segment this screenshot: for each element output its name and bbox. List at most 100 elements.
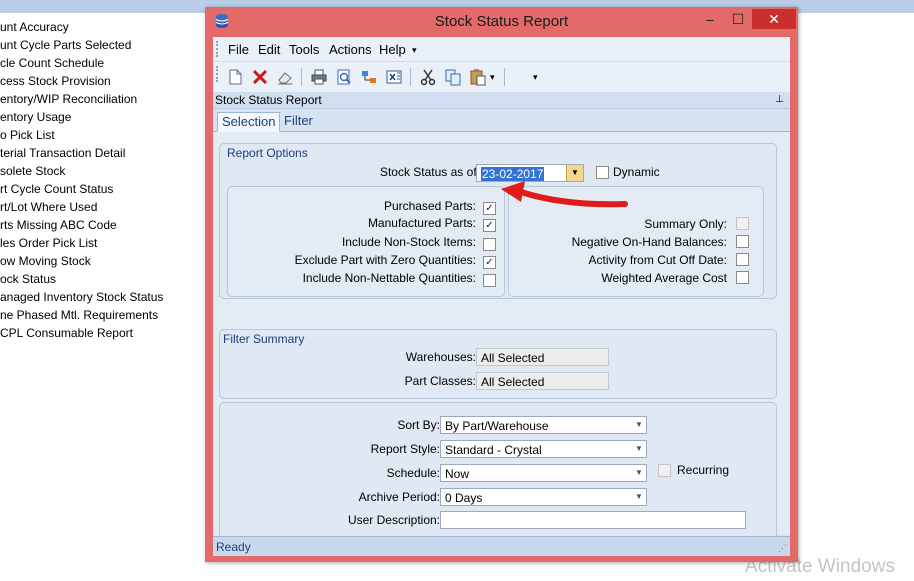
list-item[interactable]: rt Cycle Count Status bbox=[0, 180, 205, 198]
list-item[interactable]: ow Moving Stock bbox=[0, 252, 205, 270]
user-description-label: User Description: bbox=[347, 513, 440, 527]
list-item[interactable]: rt/Lot Where Used bbox=[0, 198, 205, 216]
annotation-arrow-icon bbox=[501, 181, 628, 208]
activity-cut-off-checkbox[interactable] bbox=[736, 253, 749, 266]
menu-overflow-chevron-icon[interactable]: ▾ bbox=[412, 45, 417, 56]
report-style-label: Report Style: bbox=[370, 442, 440, 456]
list-item[interactable]: cess Stock Provision bbox=[0, 72, 205, 90]
list-item[interactable]: unt Accuracy bbox=[0, 18, 205, 36]
report-options-label: Report Options bbox=[227, 146, 308, 160]
stock-status-as-of-label: Stock Status as of: bbox=[379, 165, 480, 179]
toolbar: ▾ ▾ bbox=[213, 61, 790, 92]
manufactured-parts-checkbox[interactable]: ✓ bbox=[483, 219, 496, 232]
list-item[interactable]: ne Phased Mtl. Requirements bbox=[0, 306, 205, 324]
list-item[interactable]: entory Usage bbox=[0, 108, 205, 126]
background-report-list: unt Accuracy unt Cycle Parts Selected cl… bbox=[0, 18, 205, 342]
user-description-input[interactable] bbox=[440, 511, 746, 529]
list-item[interactable]: les Order Pick List bbox=[0, 234, 205, 252]
new-document-icon[interactable] bbox=[225, 67, 245, 87]
warehouses-field: All Selected bbox=[476, 348, 609, 366]
schedule-select[interactable]: Now ▼ bbox=[440, 464, 647, 482]
status-bar: Ready ⋰ bbox=[213, 536, 790, 556]
archive-period-value: 0 Days bbox=[445, 491, 483, 505]
copy-icon[interactable] bbox=[443, 67, 463, 87]
eraser-icon[interactable] bbox=[275, 67, 295, 87]
part-options-subgroup: Purchased Parts: ✓ Manufactured Parts: ✓… bbox=[227, 186, 505, 297]
paste-clipboard-icon[interactable] bbox=[468, 67, 488, 87]
chevron-down-icon[interactable]: ▼ bbox=[632, 441, 646, 457]
menu-bar: File Edit Tools Actions Help ▾ bbox=[213, 37, 790, 61]
list-item[interactable]: unt Cycle Parts Selected bbox=[0, 36, 205, 54]
delete-x-icon[interactable] bbox=[250, 67, 270, 87]
panel-header: Stock Status Report ⊥ bbox=[213, 92, 790, 109]
summary-only-label: Summary Only: bbox=[644, 217, 727, 231]
archive-period-label: Archive Period: bbox=[358, 490, 440, 504]
archive-period-select[interactable]: 0 Days ▼ bbox=[440, 488, 647, 506]
network-icon[interactable] bbox=[359, 67, 379, 87]
list-item[interactable]: CPL Consumable Report bbox=[0, 324, 205, 342]
stock-status-report-window: Stock Status Report – ☐ ✕ File Edit Tool… bbox=[205, 7, 798, 562]
exclude-zero-qty-checkbox[interactable]: ✓ bbox=[483, 256, 496, 269]
schedule-label: Schedule: bbox=[386, 466, 440, 480]
maximize-button[interactable]: ☐ bbox=[724, 9, 752, 29]
sort-by-value: By Part/Warehouse bbox=[445, 419, 549, 433]
chevron-down-icon[interactable]: ▼ bbox=[632, 465, 646, 481]
negative-on-hand-label: Negative On-Hand Balances: bbox=[571, 235, 727, 249]
report-options-group: Report Options Stock Status as of: 23-02… bbox=[219, 143, 777, 299]
weighted-average-cost-label: Weighted Average Cost bbox=[601, 271, 727, 285]
tab-filter[interactable]: Filter bbox=[280, 112, 317, 130]
list-item[interactable]: cle Count Schedule bbox=[0, 54, 205, 72]
report-style-select[interactable]: Standard - Crystal ▼ bbox=[440, 440, 647, 458]
recurring-checkbox[interactable] bbox=[658, 464, 671, 477]
menu-help[interactable]: Help bbox=[379, 42, 406, 57]
part-classes-field: All Selected bbox=[476, 372, 609, 390]
close-button[interactable]: ✕ bbox=[752, 9, 796, 29]
grip-handle[interactable] bbox=[216, 41, 220, 57]
schedule-value: Now bbox=[445, 467, 470, 481]
list-item[interactable]: entory/WIP Reconciliation bbox=[0, 90, 205, 108]
sort-by-label: Sort By: bbox=[397, 418, 440, 432]
list-item[interactable]: anaged Inventory Stock Status bbox=[0, 288, 205, 306]
warehouses-label: Warehouses: bbox=[405, 350, 476, 364]
include-non-nettable-label: Include Non-Nettable Quantities: bbox=[302, 271, 476, 285]
export-excel-icon[interactable] bbox=[384, 67, 404, 87]
chevron-down-icon[interactable]: ▼ bbox=[632, 417, 646, 433]
toolbar-overflow-chevron-icon[interactable]: ▾ bbox=[533, 72, 543, 92]
list-item[interactable]: terial Transaction Detail bbox=[0, 144, 205, 162]
include-non-stock-checkbox[interactable] bbox=[483, 238, 496, 251]
sort-by-select[interactable]: By Part/Warehouse ▼ bbox=[440, 416, 647, 434]
print-icon[interactable] bbox=[309, 67, 329, 87]
grip-handle[interactable] bbox=[216, 66, 220, 82]
menu-file[interactable]: File bbox=[228, 42, 249, 57]
title-bar[interactable]: Stock Status Report – ☐ ✕ bbox=[205, 7, 798, 37]
include-non-nettable-checkbox[interactable] bbox=[483, 274, 496, 287]
menu-tools[interactable]: Tools bbox=[289, 42, 319, 57]
resize-grip-icon[interactable]: ⋰ bbox=[778, 543, 787, 554]
print-preview-icon[interactable] bbox=[334, 67, 354, 87]
list-item[interactable]: o Pick List bbox=[0, 126, 205, 144]
activity-cut-off-label: Activity from Cut Off Date: bbox=[588, 253, 727, 267]
window-client: File Edit Tools Actions Help ▾ ▾ ▾ Stock… bbox=[213, 37, 790, 556]
list-item[interactable]: solete Stock bbox=[0, 162, 205, 180]
menu-edit[interactable]: Edit bbox=[258, 42, 280, 57]
negative-on-hand-checkbox[interactable] bbox=[736, 235, 749, 248]
weighted-average-cost-checkbox[interactable] bbox=[736, 271, 749, 284]
cut-scissors-icon[interactable] bbox=[418, 67, 438, 87]
tab-selection[interactable]: Selection bbox=[217, 112, 281, 132]
summary-only-checkbox[interactable] bbox=[736, 217, 749, 230]
panel-title: Stock Status Report bbox=[215, 93, 322, 107]
report-output-group: Sort By: By Part/Warehouse ▼ Report Styl… bbox=[219, 402, 777, 539]
manufactured-parts-label: Manufactured Parts: bbox=[367, 216, 476, 230]
include-non-stock-label: Include Non-Stock Items: bbox=[341, 235, 476, 249]
menu-actions[interactable]: Actions bbox=[329, 42, 372, 57]
filter-summary-group: Filter Summary Warehouses: All Selected … bbox=[219, 329, 777, 399]
tab-strip: Selection Filter bbox=[213, 109, 790, 132]
part-classes-label: Part Classes: bbox=[404, 374, 476, 388]
list-item[interactable]: ock Status bbox=[0, 270, 205, 288]
paste-options-chevron-icon[interactable]: ▾ bbox=[490, 72, 500, 92]
purchased-parts-label: Purchased Parts: bbox=[383, 199, 476, 213]
minimize-button[interactable]: – bbox=[696, 9, 724, 29]
pin-icon[interactable]: ⊥ bbox=[775, 94, 784, 105]
chevron-down-icon[interactable]: ▼ bbox=[632, 489, 646, 505]
list-item[interactable]: rts Missing ABC Code bbox=[0, 216, 205, 234]
